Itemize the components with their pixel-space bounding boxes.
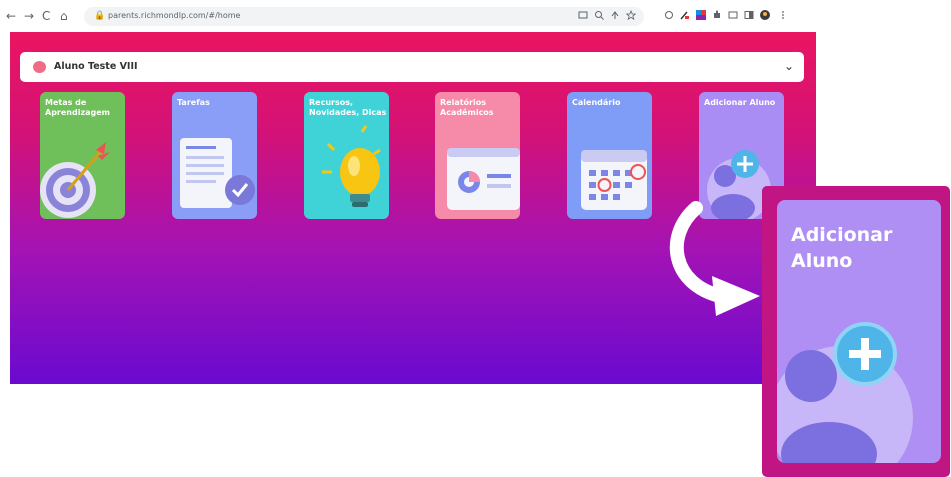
screenshot-icon[interactable]	[578, 10, 588, 20]
star-icon[interactable]	[626, 10, 636, 20]
reload-icon[interactable]: C	[42, 9, 50, 23]
forward-icon[interactable]: →	[24, 9, 34, 23]
card-recursos-novidades-dicas[interactable]: Recursos, Novidades, Dicas	[304, 92, 389, 219]
card-label: Relatórios Acadêmicos	[440, 98, 494, 117]
chevron-down-icon[interactable]: ⌄	[784, 59, 794, 73]
student-name: Aluno Teste VIII	[54, 61, 138, 72]
menu-dots-icon[interactable]	[778, 10, 788, 20]
calendar-icon	[581, 150, 647, 210]
card-tarefas[interactable]: Tarefas	[172, 92, 257, 219]
zoom-callout: Adicionar Aluno	[762, 186, 950, 477]
extension-circle-icon[interactable]	[664, 10, 674, 20]
puzzle-icon[interactable]	[712, 10, 722, 20]
card-metas-aprendizagem[interactable]: Metas de Aprendizagem	[40, 92, 125, 219]
clipboard-check-icon	[180, 138, 255, 208]
card-label: Recursos, Novidades, Dicas	[309, 98, 387, 117]
student-avatar	[33, 61, 46, 73]
curved-arrow-icon	[669, 201, 760, 316]
colorful-extension-icon[interactable]	[696, 10, 706, 20]
card-label: Adicionar Aluno	[704, 98, 776, 107]
back-icon[interactable]: ←	[6, 9, 16, 23]
url-text: parents.richmondlp.com/#/home	[108, 11, 241, 20]
callout-label: Adicionar Aluno	[791, 224, 893, 272]
pen-extension-icon[interactable]	[680, 10, 690, 20]
card-label: Tarefas	[177, 98, 210, 107]
lock-icon: 🔒	[94, 11, 106, 21]
card-label: Calendário	[572, 98, 621, 107]
card-label: Metas de Aprendizagem	[45, 98, 110, 117]
sidepanel-icon[interactable]	[744, 10, 754, 20]
cast-icon[interactable]	[728, 10, 738, 20]
student-selector[interactable]: Aluno Teste VIII ⌄	[20, 52, 804, 82]
share-icon[interactable]	[610, 10, 620, 20]
browser-toolbar: ← → C ⌂ 🔒 parents.richmondlp.com/#/home	[0, 0, 820, 32]
callout-card-adicionar-aluno[interactable]: Adicionar Aluno	[777, 200, 941, 463]
card-relatorios-academicos[interactable]: Relatórios Acadêmicos	[435, 92, 520, 219]
card-calendario[interactable]: Calendário	[567, 92, 652, 219]
zoom-icon[interactable]	[594, 10, 604, 20]
home-icon[interactable]: ⌂	[60, 9, 68, 23]
profile-avatar-icon[interactable]	[760, 10, 770, 20]
address-bar[interactable]: 🔒 parents.richmondlp.com/#/home	[84, 7, 644, 26]
